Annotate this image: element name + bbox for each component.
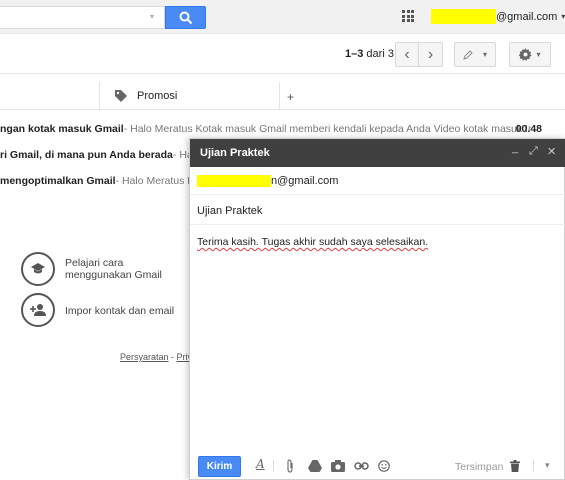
toolbar-divider xyxy=(273,460,274,472)
pagination-total: dari 3 xyxy=(366,48,394,60)
account-email: @gmail.com xyxy=(496,10,558,23)
input-tools-button[interactable]: ▾ xyxy=(454,42,496,67)
input-tools-caret-icon: ▾ xyxy=(482,50,487,59)
message-body[interactable]: Terima kasih. Tugas akhir sudah saya sel… xyxy=(197,236,428,248)
compose-title: Ujian Praktek xyxy=(200,147,270,159)
compose-window: Ujian Praktek _ ⤢ ✕ n @gmail.com Ujian Pr… xyxy=(189,138,565,480)
add-tab-button[interactable]: + xyxy=(287,90,294,104)
drive-icon[interactable] xyxy=(308,460,322,472)
mail-row[interactable]: ngan kotak masuk Gmail - Halo Meratus Ko… xyxy=(0,119,565,139)
redacted-email-block xyxy=(431,9,496,24)
chevron-right-icon: › xyxy=(427,45,434,63)
settings-button[interactable]: ▾ xyxy=(509,42,551,67)
chevron-left-icon: ‹ xyxy=(404,45,410,63)
text-format-icon[interactable]: A xyxy=(256,457,265,471)
graduation-cap-icon[interactable] xyxy=(21,252,55,286)
mail-time: 00.48 xyxy=(515,123,542,135)
pencil-icon xyxy=(463,49,473,60)
settings-caret-icon: ▾ xyxy=(536,50,541,59)
learn-gmail-line2: menggunakan Gmail xyxy=(65,269,162,281)
footer-separator: - xyxy=(168,352,177,362)
newer-button[interactable]: › xyxy=(419,42,443,67)
list-toolbar: 1–3 dari 3 ‹ › ▾ ▾ xyxy=(0,34,565,74)
trash-icon[interactable] xyxy=(510,460,520,472)
recipient-email: @gmail.com xyxy=(277,174,339,187)
recipient-field[interactable]: n @gmail.com xyxy=(190,167,565,195)
mail-subject: ngan kotak masuk Gmail xyxy=(0,123,124,135)
mail-subject: ri Gmail, di mana pun Anda berada xyxy=(0,149,173,161)
older-button[interactable]: ‹ xyxy=(395,42,419,67)
inbox-tabs: Promosi + xyxy=(0,82,565,110)
mail-subject: mengoptimalkan Gmail xyxy=(0,175,116,187)
import-contacts-link[interactable]: Impor kontak dan email xyxy=(65,305,174,317)
tag-icon xyxy=(115,90,127,102)
compose-header[interactable]: Ujian Praktek _ ⤢ ✕ xyxy=(190,139,565,167)
draft-saved-status: Tersimpan xyxy=(455,461,504,473)
close-icon[interactable]: ✕ xyxy=(547,145,556,158)
account-caret-icon: ▾ xyxy=(561,12,565,21)
redacted-recipient-block xyxy=(197,174,271,187)
more-options-caret-icon[interactable]: ▾ xyxy=(545,460,550,471)
subject-field[interactable]: Ujian Praktek xyxy=(190,197,565,225)
mail-snippet: - Halo Meratus Kotak masuk Gmail memberi… xyxy=(123,123,532,135)
send-button[interactable]: Kirim xyxy=(198,456,241,477)
add-contact-icon[interactable] xyxy=(21,293,55,327)
account-menu[interactable]: @gmail.com ▾ xyxy=(431,9,565,24)
pagination-text: 1–3 dari 3 xyxy=(345,48,394,60)
pagination-range: 1–3 xyxy=(345,48,364,60)
search-icon xyxy=(179,11,193,25)
emoji-icon[interactable] xyxy=(378,460,390,472)
compose-toolbar: Kirim A Tersimpan ▾ xyxy=(190,451,565,480)
toolbar-divider xyxy=(533,460,534,472)
tab-primary[interactable] xyxy=(0,82,100,110)
photo-icon[interactable] xyxy=(331,460,345,472)
minimize-icon[interactable]: _ xyxy=(512,142,518,154)
search-button[interactable] xyxy=(165,6,206,29)
search-input[interactable] xyxy=(0,6,165,29)
search-options-caret[interactable]: ▾ xyxy=(150,12,154,21)
apps-grid-icon[interactable] xyxy=(402,10,414,22)
expand-icon[interactable]: ⤢ xyxy=(529,145,538,158)
learn-gmail-line1: Pelajari cara xyxy=(65,257,124,269)
terms-link[interactable]: Persyaratan xyxy=(120,352,169,362)
link-icon[interactable] xyxy=(354,462,369,470)
gear-icon xyxy=(519,48,533,61)
attach-icon[interactable] xyxy=(286,459,294,473)
tab-promotions-label: Promosi xyxy=(137,90,178,102)
learn-gmail-link[interactable]: Pelajari cara menggunakan Gmail xyxy=(65,257,162,281)
tab-promotions[interactable]: Promosi xyxy=(100,82,280,110)
top-bar: ▾ @gmail.com ▾ xyxy=(0,0,565,34)
